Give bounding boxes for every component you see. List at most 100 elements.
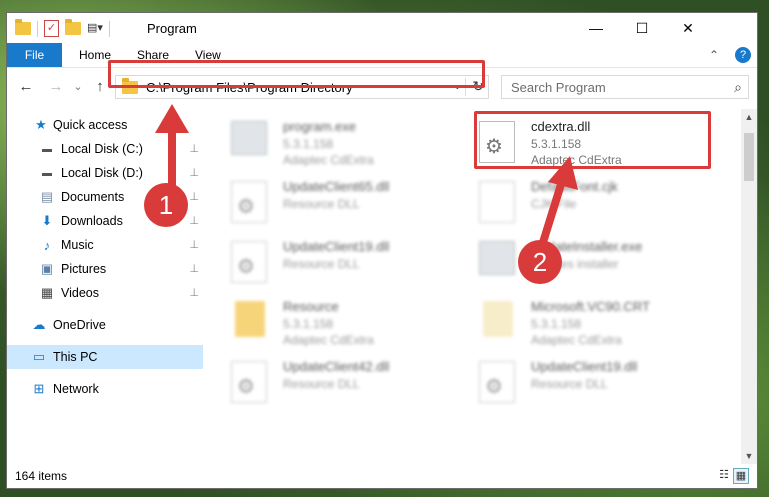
vertical-scrollbar[interactable]: ▲ ▼ — [741, 109, 757, 464]
dll-icon: ⚙ — [479, 361, 519, 405]
sidebar-item-videos[interactable]: ▦ Videos ⊥ — [7, 281, 203, 305]
properties-icon[interactable]: ✓ — [44, 20, 59, 37]
star-icon: ★ — [35, 117, 47, 132]
minimize-button[interactable]: — — [573, 13, 619, 43]
file-name: DefaultFont.cjk — [531, 179, 618, 194]
recent-locations-button[interactable]: ⌄ — [69, 78, 87, 96]
scroll-down-icon[interactable]: ▼ — [741, 448, 757, 464]
sidebar-item-label: Network — [53, 382, 99, 396]
folder-icon — [15, 19, 31, 35]
file-name: program.exe — [283, 119, 356, 134]
file-name: UpdateInstaller.exe — [531, 239, 643, 254]
scroll-thumb[interactable] — [744, 133, 754, 181]
file-description: updates installer — [531, 257, 619, 271]
network-icon: ⊞ — [33, 381, 45, 396]
file-version: 5.3.1.158 — [283, 317, 334, 331]
sidebar-item-music[interactable]: ♪ Music ⊥ — [7, 233, 203, 257]
navigation-pane: ★ Quick access ▬ Local Disk (C:) ⊥ ▬ Loc… — [7, 109, 203, 464]
file-name: UpdateClient42.dll — [283, 359, 390, 374]
pin-icon: ⊥ — [189, 143, 199, 155]
sidebar-item-label: This PC — [53, 350, 98, 364]
sidebar-item-label: Quick access — [53, 118, 128, 132]
item-count: 164 items — [15, 469, 68, 483]
sidebar-item-label: Downloads — [61, 214, 123, 228]
file-company: Adaptec CdExtra — [283, 333, 374, 347]
window-title: Program — [147, 21, 197, 36]
file-item[interactable]: ⚙ UpdateClient42.dll Resource DLL — [227, 357, 457, 413]
sidebar-item-this-pc[interactable]: ▭ This PC — [7, 345, 203, 369]
search-input[interactable]: Search Program — [511, 80, 606, 95]
file-icon — [479, 181, 519, 225]
folder-icon — [479, 301, 519, 345]
sidebar-item-onedrive[interactable]: ☁ OneDrive — [7, 313, 203, 337]
scroll-up-icon[interactable]: ▲ — [741, 109, 757, 125]
pictures-icon: ▣ — [40, 261, 54, 276]
maximize-button[interactable]: ☐ — [619, 13, 665, 43]
file-description: CJK File — [531, 197, 577, 211]
sidebar-item-downloads[interactable]: ⬇ Downloads ⊥ — [7, 209, 203, 233]
file-version: 5.3.1.158 — [531, 317, 582, 331]
sidebar-item-label: OneDrive — [53, 318, 106, 332]
title-bar: ✓ ▤▾ Program — ☐ ✕ — [7, 13, 757, 43]
large-icons-view-icon[interactable]: ▦ — [733, 468, 749, 484]
cloud-icon: ☁ — [32, 317, 46, 332]
search-icon[interactable]: ⌕ — [734, 79, 742, 96]
file-item[interactable]: ⚙ UpdateClient19.dll Resource DLL — [227, 237, 457, 293]
new-folder-icon[interactable] — [65, 19, 81, 35]
dll-icon: ⚙ — [231, 361, 271, 405]
documents-icon: ▤ — [40, 189, 54, 204]
folder-item[interactable]: Microsoft.VC90.CRT 5.3.1.158 Adaptec CdE… — [475, 297, 705, 353]
sidebar-item-label: Local Disk (D:) — [61, 166, 143, 180]
close-button[interactable]: ✕ — [665, 13, 711, 43]
file-item[interactable]: program.exe 5.3.1.158 Adaptec CdExtra — [227, 117, 457, 173]
file-description: Resource DLL — [283, 257, 360, 271]
up-button[interactable]: ↑ — [91, 78, 109, 96]
sidebar-item-quick-access[interactable]: ★ Quick access — [7, 113, 203, 137]
drive-icon: ▬ — [42, 143, 52, 155]
file-item[interactable]: DefaultFont.cjk CJK File — [475, 177, 705, 233]
divider — [37, 20, 38, 37]
sidebar-item-network[interactable]: ⊞ Network — [7, 377, 203, 401]
sidebar-item-label: Music — [61, 238, 94, 252]
download-icon: ⬇ — [41, 213, 53, 228]
folder-item[interactable]: Resource 5.3.1.158 Adaptec CdExtra — [227, 297, 457, 353]
file-item[interactable]: ⚙ UpdateClient65.dll Resource DLL — [227, 177, 457, 233]
help-icon[interactable]: ? — [735, 47, 751, 63]
file-highlight — [474, 111, 711, 169]
sidebar-item-pictures[interactable]: ▣ Pictures ⊥ — [7, 257, 203, 281]
divider — [109, 20, 110, 37]
file-description: Resource DLL — [283, 197, 360, 211]
details-view-icon[interactable]: ☷ — [717, 468, 731, 482]
file-name: Resource — [283, 299, 339, 314]
pin-icon: ⊥ — [189, 239, 199, 251]
file-item[interactable]: ⚙ UpdateClient19.dll Resource DLL — [475, 357, 705, 413]
exe-icon — [479, 241, 519, 285]
dll-icon: ⚙ — [231, 241, 271, 285]
sidebar-item-local-disk-d[interactable]: ▬ Local Disk (D:) ⊥ — [7, 161, 203, 185]
file-item[interactable]: UpdateInstaller.exe updates installer — [475, 237, 705, 293]
computer-icon: ▭ — [32, 349, 46, 364]
folder-icon — [231, 301, 271, 345]
sidebar-item-local-disk-c[interactable]: ▬ Local Disk (C:) ⊥ — [7, 137, 203, 161]
customize-toolbar-icon[interactable]: ▤▾ — [87, 21, 103, 37]
exe-icon — [231, 121, 271, 165]
file-description: Resource DLL — [283, 377, 360, 391]
back-button[interactable]: ← — [17, 78, 35, 96]
pin-icon: ⊥ — [189, 167, 199, 179]
file-name: UpdateClient65.dll — [283, 179, 390, 194]
ribbon-collapse-icon[interactable]: ⌃ — [697, 43, 731, 67]
file-description: Resource DLL — [531, 377, 608, 391]
pin-icon: ⊥ — [189, 287, 199, 299]
search-box[interactable]: Search Program ⌕ — [501, 75, 749, 99]
sidebar-item-documents[interactable]: ▤ Documents ⊥ — [7, 185, 203, 209]
music-icon: ♪ — [43, 237, 51, 253]
sidebar-item-label: Documents — [61, 190, 125, 204]
pin-icon: ⊥ — [189, 263, 199, 275]
file-name: Microsoft.VC90.CRT — [531, 299, 650, 314]
tab-file[interactable]: File — [7, 43, 62, 67]
dll-icon: ⚙ — [231, 181, 271, 225]
forward-button[interactable]: → — [47, 78, 65, 96]
file-name: UpdateClient19.dll — [531, 359, 638, 374]
quick-access-toolbar: ✓ ▤▾ — [15, 19, 110, 37]
status-bar: 164 items ☷ ▦ — [7, 464, 757, 488]
